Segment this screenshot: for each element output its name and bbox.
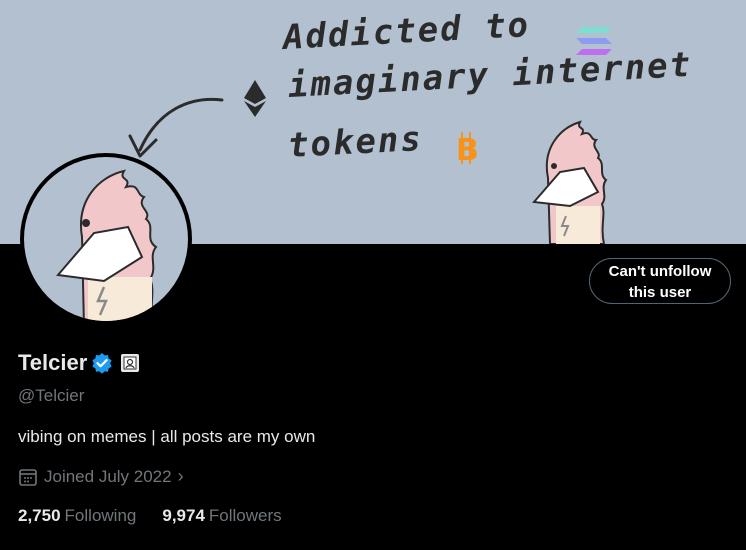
unfollow-label-line2: this user [628,284,692,301]
banner-text-line3: tokens [287,118,424,166]
following-label: Following [64,506,137,525]
profile-bio: vibing on memes | all posts are my own [18,427,316,446]
following-count: 2,750 [18,506,61,525]
following-link[interactable]: 2,750 Following [18,506,136,526]
follow-stats: 2,750 Following 9,974 Followers [18,506,282,526]
followers-link[interactable]: 9,974 Followers [162,506,281,526]
chevron-right-icon: › [177,466,184,486]
bird-mascot-illustration [531,120,608,244]
joined-date-row[interactable]: Joined July 2022 › [18,466,184,487]
unfollow-label-line1: Can't unfollow [608,263,712,280]
followers-label: Followers [208,506,282,525]
bitcoin-icon: B [456,133,479,168]
profile-name-row: Telcier [18,350,140,376]
avatar[interactable] [20,153,192,325]
calendar-icon [19,468,37,486]
affiliation-badge-icon[interactable] [121,354,140,372]
profile-name: Telcier [18,350,88,375]
avatar-image [24,157,188,321]
profile-handle: @Telcier [18,386,85,405]
followers-count: 9,974 [162,506,205,525]
cant-unfollow-button[interactable]: Can't unfollow this user [589,258,731,304]
ethereum-icon [244,80,266,117]
joined-date-text: Joined July 2022 [44,466,172,486]
verified-badge-icon[interactable] [91,352,113,374]
